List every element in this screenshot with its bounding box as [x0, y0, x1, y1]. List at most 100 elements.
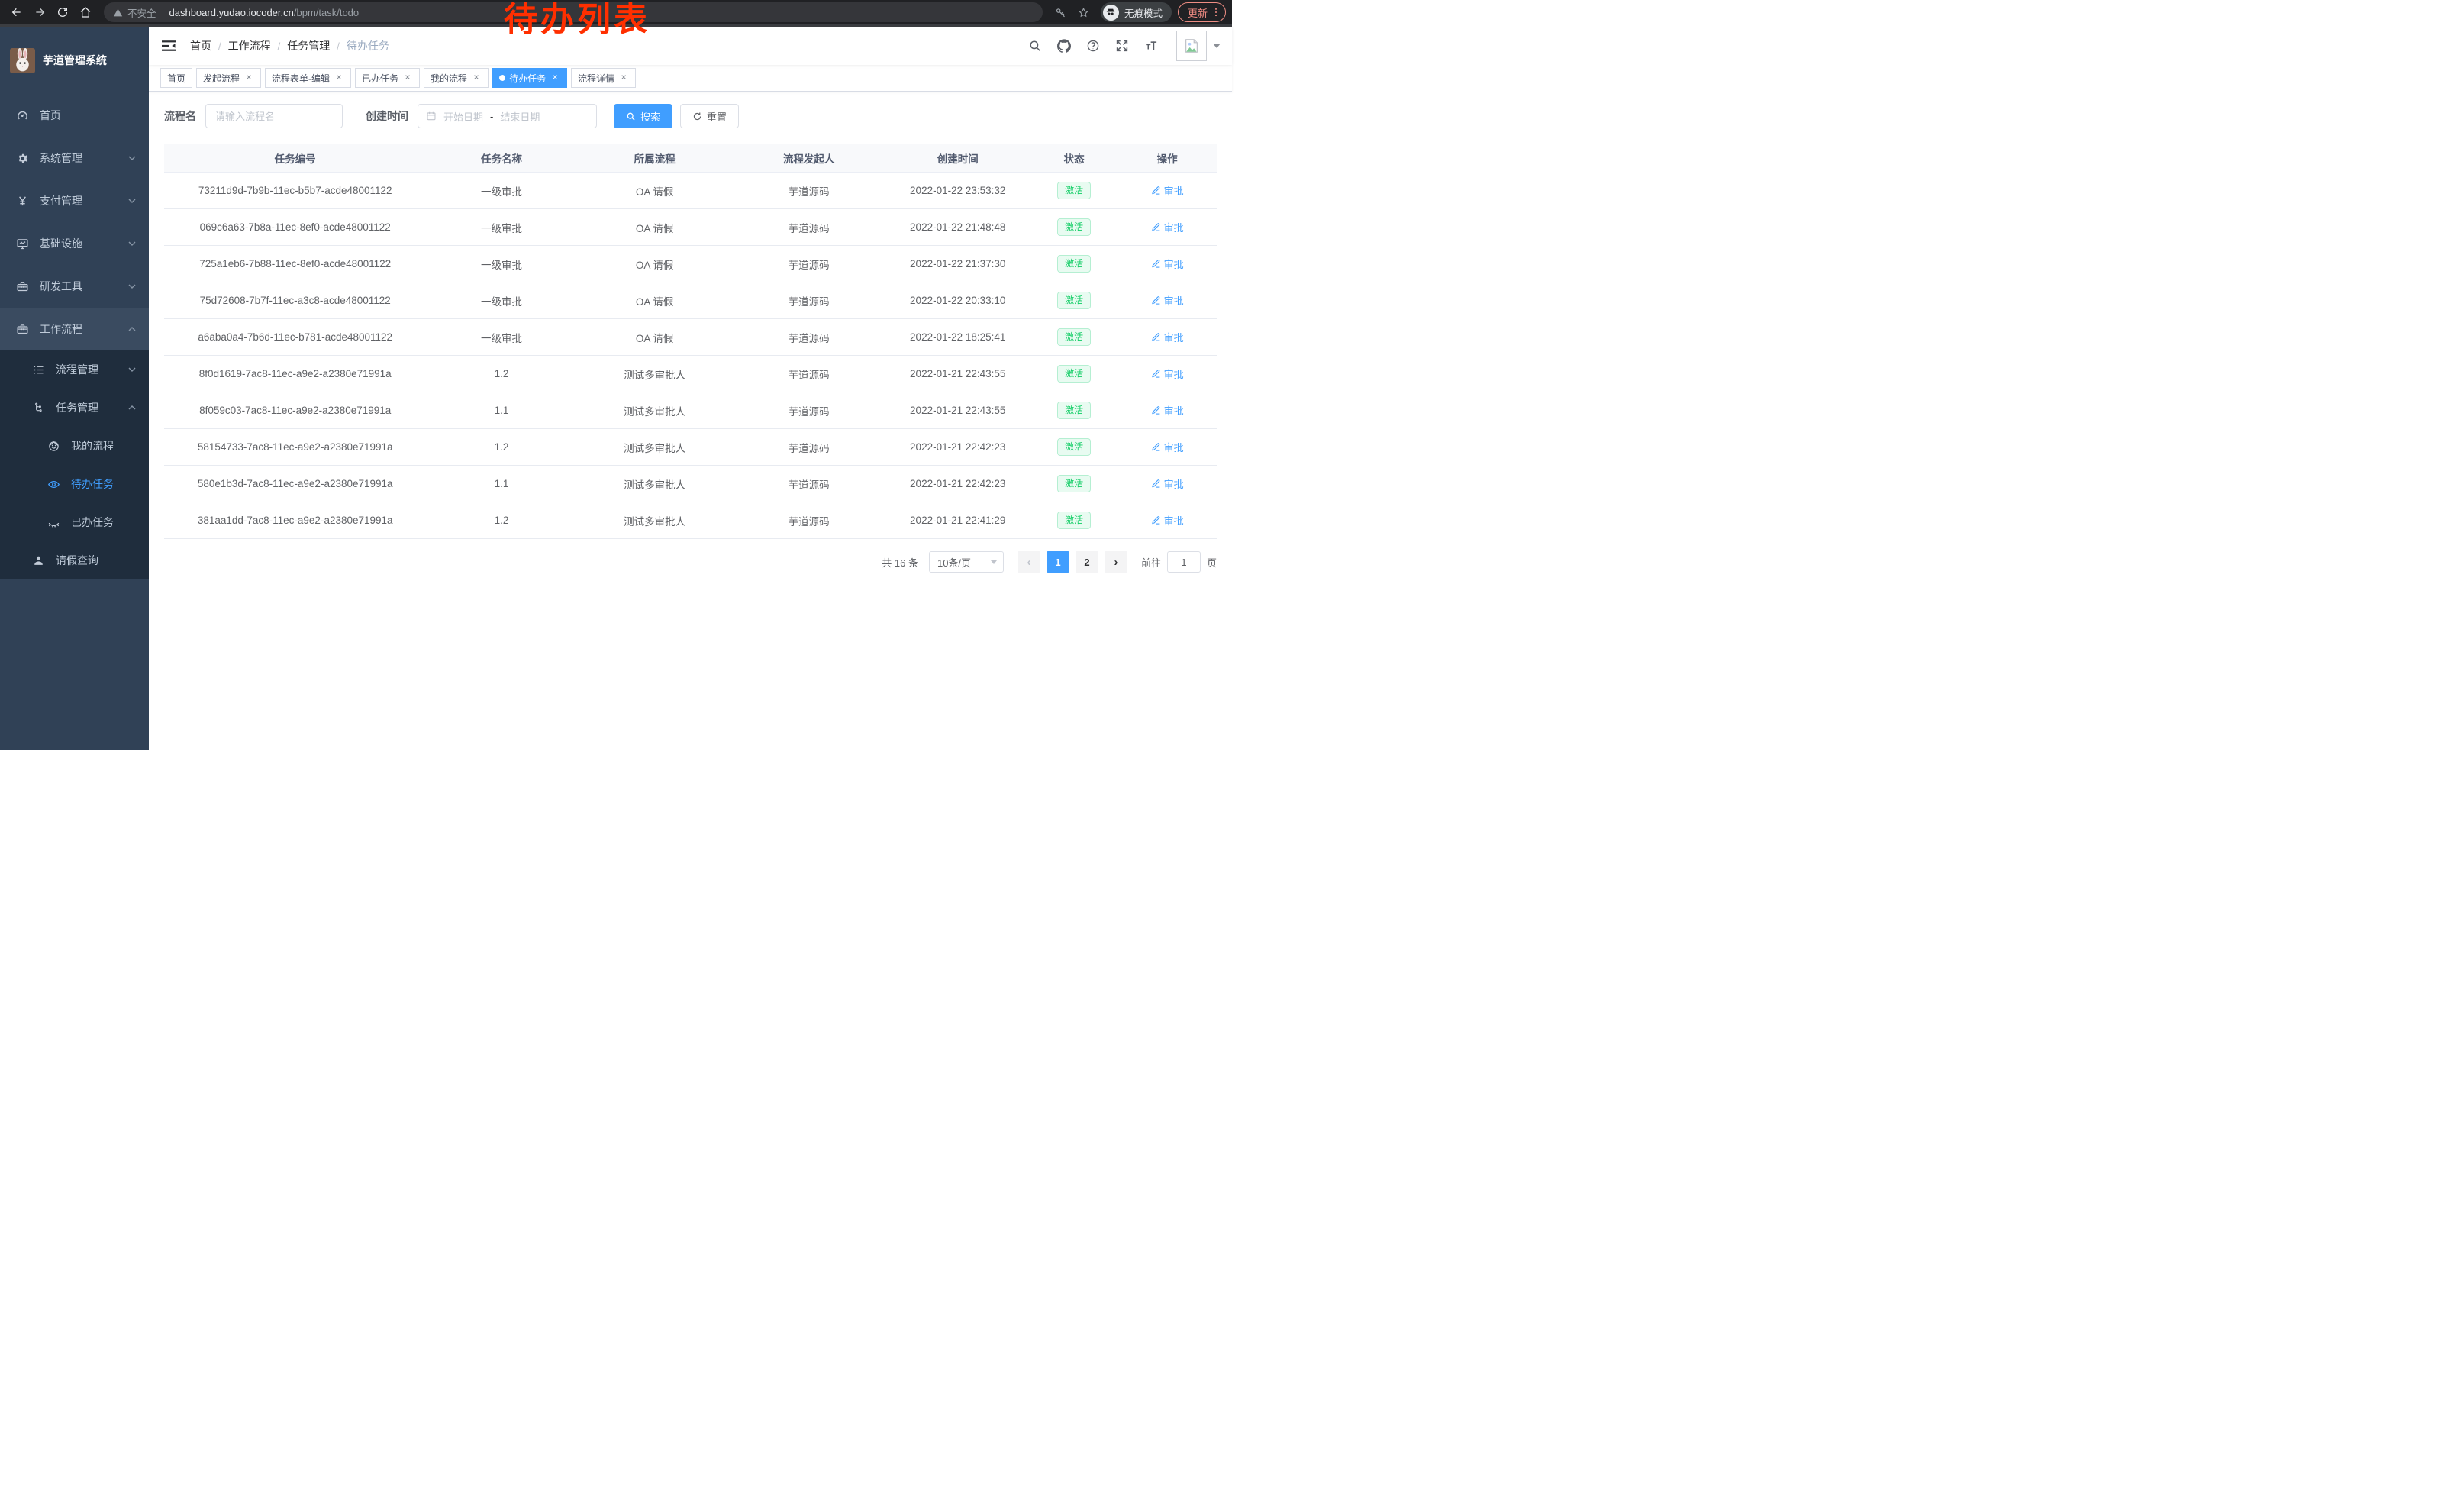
status-badge: 激活 — [1057, 475, 1091, 493]
table-row: 381aa1dd-7ac8-11ec-a9e2-a2380e71991a 1.2… — [164, 502, 1217, 539]
sidebar-logo[interactable]: 芋道管理系统 — [0, 27, 149, 94]
password-key-button[interactable] — [1050, 2, 1072, 22]
help-doc-button[interactable] — [1079, 39, 1108, 53]
fullscreen-button[interactable] — [1108, 39, 1137, 53]
approve-link[interactable]: 审批 — [1151, 366, 1184, 381]
app-title: 芋道管理系统 — [43, 53, 107, 68]
approve-link[interactable]: 审批 — [1151, 220, 1184, 234]
cell-task-id: a6aba0a4-7b6d-11ec-b781-acde48001122 — [164, 331, 426, 343]
sidebar-item-leave-query[interactable]: 请假查询 — [0, 541, 149, 579]
breadcrumb-current: 待办任务 — [347, 38, 389, 53]
approve-link[interactable]: 审批 — [1151, 403, 1184, 418]
column-header-starter: 流程发起人 — [733, 150, 885, 166]
url-text: dashboard.yudao.iocoder.cn/bpm/task/todo — [169, 7, 360, 18]
approve-link[interactable]: 审批 — [1151, 257, 1184, 271]
sidebar-item-process-mgmt[interactable]: 流程管理 — [0, 350, 149, 389]
approve-link[interactable]: 审批 — [1151, 476, 1184, 491]
font-size-button[interactable] — [1137, 39, 1166, 53]
browser-back-button[interactable] — [6, 2, 27, 22]
breadcrumb-workflow[interactable]: 工作流程 — [228, 38, 271, 53]
table-row: 069c6a63-7b8a-11ec-8ef0-acde48001122 一级审… — [164, 209, 1217, 246]
approve-link[interactable]: 审批 — [1151, 293, 1184, 308]
header-search-button[interactable] — [1021, 39, 1050, 53]
search-icon — [626, 111, 636, 121]
close-icon[interactable]: × — [243, 73, 254, 83]
navbar-actions — [1021, 31, 1221, 61]
process-name-label: 流程名 — [164, 108, 196, 124]
date-range-picker[interactable]: 开始日期 - 结束日期 — [418, 104, 597, 128]
tab-form-edit[interactable]: 流程表单-编辑 × — [265, 68, 351, 88]
sidebar-item-devtools[interactable]: 研发工具 — [0, 265, 149, 308]
cell-task-name: 1.1 — [426, 405, 576, 416]
tab-home[interactable]: 首页 — [160, 68, 192, 88]
sidebar-item-system[interactable]: 系统管理 — [0, 137, 149, 179]
cell-create-time: 2022-01-21 22:43:55 — [885, 368, 1030, 379]
breadcrumb-home[interactable]: 首页 — [190, 38, 211, 53]
next-page-button[interactable]: › — [1105, 551, 1127, 573]
column-header-process: 所属流程 — [577, 150, 733, 166]
sidebar-item-task-mgmt[interactable]: 任务管理 — [0, 389, 149, 427]
goto-page-input[interactable] — [1167, 551, 1201, 573]
github-icon — [1057, 39, 1071, 53]
breadcrumb-task-mgmt[interactable]: 任务管理 — [287, 38, 330, 53]
user-avatar-menu[interactable] — [1176, 31, 1221, 61]
close-icon[interactable]: × — [550, 73, 560, 83]
cell-task-name: 一级审批 — [426, 183, 576, 199]
browser-home-button[interactable] — [75, 2, 96, 22]
address-bar[interactable]: 不安全 dashboard.yudao.iocoder.cn/bpm/task/… — [104, 2, 1043, 22]
prev-page-button[interactable]: ‹ — [1018, 551, 1040, 573]
status-badge: 激活 — [1057, 512, 1091, 530]
close-icon[interactable]: × — [618, 73, 629, 83]
sidebar-item-home[interactable]: 首页 — [0, 94, 149, 137]
sidebar-item-done-task[interactable]: 已办任务 — [0, 503, 149, 541]
update-label: 更新 — [1188, 5, 1208, 20]
kebab-menu-icon[interactable] — [1211, 7, 1221, 18]
sidebar-item-my-process[interactable]: 我的流程 — [0, 427, 149, 465]
cell-process: 测试多审批人 — [577, 476, 733, 492]
reset-button[interactable]: 重置 — [680, 104, 739, 128]
browser-forward-button[interactable] — [29, 2, 50, 22]
status-badge: 激活 — [1057, 218, 1091, 237]
approve-link[interactable]: 审批 — [1151, 513, 1184, 528]
dashboard-icon — [15, 108, 29, 122]
sidebar-item-todo-task[interactable]: 待办任务 — [0, 465, 149, 503]
browser-reload-button[interactable] — [52, 2, 73, 22]
search-button[interactable]: 搜索 — [614, 104, 672, 128]
close-icon[interactable]: × — [402, 73, 413, 83]
github-link-button[interactable] — [1050, 39, 1079, 53]
bookmark-star-button[interactable] — [1073, 2, 1095, 22]
close-icon[interactable]: × — [471, 73, 482, 83]
tab-done-task[interactable]: 已办任务 × — [355, 68, 420, 88]
tab-my-process[interactable]: 我的流程 × — [424, 68, 489, 88]
sidebar: 芋道管理系统 首页 系统管理 支付管理 基础设施 — [0, 27, 149, 750]
page-unit-label: 页 — [1207, 555, 1217, 570]
page-size-select[interactable]: 10条/页 — [929, 551, 1004, 573]
approve-link[interactable]: 审批 — [1151, 183, 1184, 198]
chrome-update-button[interactable]: 更新 — [1178, 2, 1226, 22]
tab-process-detail[interactable]: 流程详情 × — [571, 68, 636, 88]
tab-start-process[interactable]: 发起流程 × — [196, 68, 261, 88]
sidebar-item-label: 系统管理 — [40, 150, 82, 166]
workflow-submenu: 流程管理 任务管理 我的流程 待办任务 — [0, 350, 149, 579]
table-row: a6aba0a4-7b6d-11ec-b781-acde48001122 一级审… — [164, 319, 1217, 356]
tab-todo-task-active[interactable]: 待办任务 × — [492, 68, 567, 88]
security-status[interactable]: 不安全 — [113, 5, 156, 20]
sidebar-item-payment[interactable]: 支付管理 — [0, 179, 149, 222]
todo-task-table: 任务编号 任务名称 所属流程 流程发起人 创建时间 状态 操作 73211d9d… — [164, 144, 1217, 539]
page-button-2[interactable]: 2 — [1076, 551, 1098, 573]
sidebar-item-workflow[interactable]: 工作流程 — [0, 308, 149, 350]
sidebar-collapse-button[interactable] — [160, 37, 177, 54]
close-icon[interactable]: × — [334, 73, 344, 83]
process-name-input[interactable] — [205, 104, 343, 128]
chevron-down-icon — [127, 153, 137, 163]
cell-task-id: 58154733-7ac8-11ec-a9e2-a2380e71991a — [164, 441, 426, 453]
approve-link[interactable]: 审批 — [1151, 440, 1184, 454]
calendar-icon — [426, 111, 437, 121]
approve-link[interactable]: 审批 — [1151, 330, 1184, 344]
table-row: 580e1b3d-7ac8-11ec-a9e2-a2380e71991a 1.1… — [164, 466, 1217, 502]
goto-label: 前往 — [1141, 555, 1161, 570]
tags-view-bar: 首页 发起流程 × 流程表单-编辑 × 已办任务 × 我的流程 × 待办任务 × — [149, 65, 1232, 92]
cell-task-id: 8f0d1619-7ac8-11ec-a9e2-a2380e71991a — [164, 368, 426, 379]
sidebar-item-infra[interactable]: 基础设施 — [0, 222, 149, 265]
page-button-1[interactable]: 1 — [1047, 551, 1069, 573]
